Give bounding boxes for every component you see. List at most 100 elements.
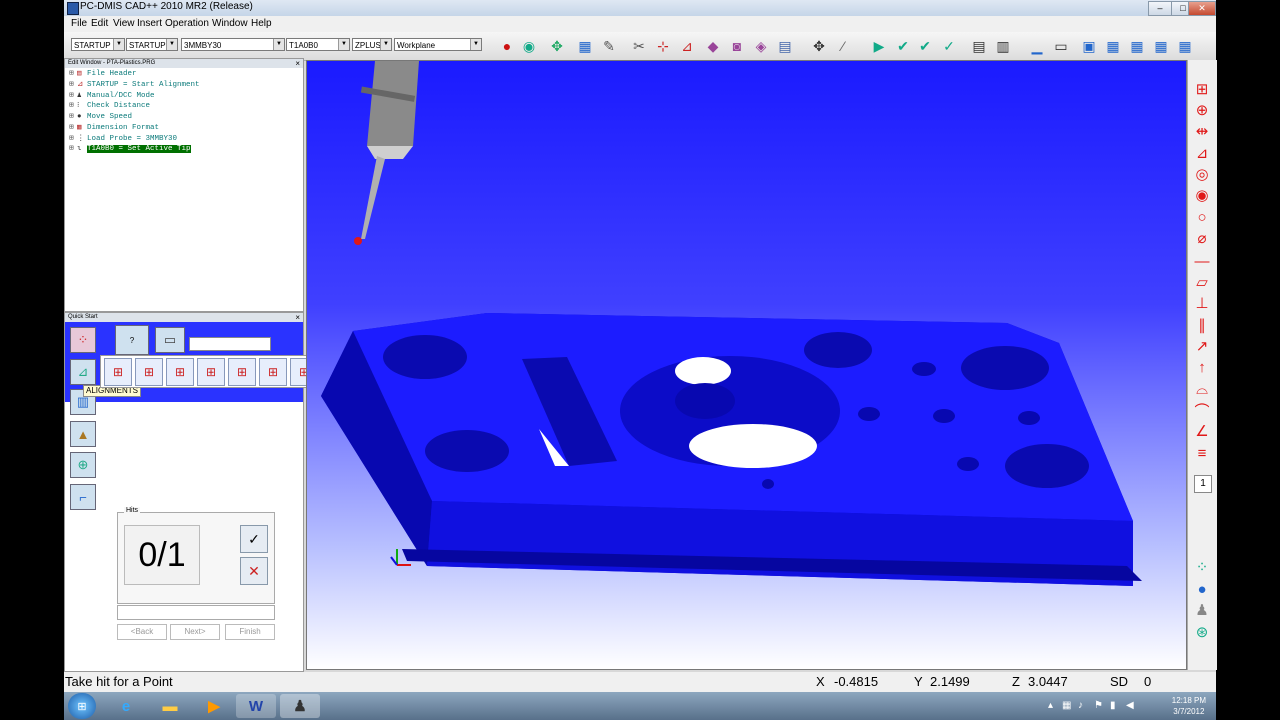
round-icon[interactable]: ○: [1192, 208, 1212, 226]
network-icon[interactable]: ▦: [1062, 700, 1071, 711]
edit-window-close[interactable]: ×: [295, 59, 300, 68]
search-icon[interactable]: ◉: [520, 37, 538, 55]
help-button[interactable]: ?: [115, 325, 149, 355]
profile-surface-icon[interactable]: ⌓: [1192, 380, 1212, 398]
speaker-icon[interactable]: ◀: [1126, 700, 1134, 711]
layout-icon[interactable]: ▣: [1080, 37, 1098, 55]
output-button[interactable]: ⌐: [70, 484, 96, 510]
menu-help[interactable]: Help: [251, 18, 272, 29]
align-3-button[interactable]: ⊞: [166, 358, 194, 386]
grid-icon[interactable]: ⊞: [1192, 80, 1212, 98]
circle-icon[interactable]: ◎: [1192, 165, 1212, 183]
finish-button[interactable]: Finish: [225, 624, 275, 640]
tool-icon[interactable]: ♟: [1192, 601, 1212, 619]
layout-2-icon[interactable]: ▦: [1104, 37, 1122, 55]
record-icon[interactable]: ●: [498, 37, 516, 55]
construct-button[interactable]: ▲: [70, 421, 96, 447]
dimension-button[interactable]: ⊕: [70, 452, 96, 478]
tree-item[interactable]: ⊞ ⊿ STARTUP = Start Alignment: [69, 80, 200, 90]
internet-explorer-button[interactable]: e: [106, 694, 146, 718]
align-4-button[interactable]: ⊞: [197, 358, 225, 386]
tree-item[interactable]: ⊞ ▦ Dimension Format: [69, 123, 159, 133]
ellipsis-icon[interactable]: ⁘: [1192, 558, 1212, 576]
tree-item[interactable]: ⊞ ♟ Manual/DCC Mode: [69, 91, 155, 101]
execute-icon[interactable]: ✓: [940, 37, 958, 55]
axis-icon[interactable]: ✥: [548, 37, 566, 55]
word-button[interactable]: W: [236, 694, 276, 718]
coordinate-icon[interactable]: ⊿: [678, 37, 696, 55]
media-player-button[interactable]: ▶: [194, 694, 234, 718]
volume-icon[interactable]: ♪: [1078, 700, 1083, 711]
tip-combo[interactable]: T1A0B0 ▼: [286, 38, 350, 51]
flatness-icon[interactable]: ▱: [1192, 273, 1212, 291]
sphere-icon[interactable]: ●: [1192, 580, 1212, 598]
plane-combo[interactable]: ZPLUS ▼: [352, 38, 392, 51]
align-5-button[interactable]: ⊞: [228, 358, 256, 386]
menu-view[interactable]: View: [113, 18, 135, 29]
tree-item-selected[interactable]: ⊞ ι T1A0B0 = Set Active Tip: [69, 144, 191, 154]
layout-4-icon[interactable]: ▦: [1152, 37, 1170, 55]
report-2-icon[interactable]: ▥: [994, 37, 1012, 55]
graphics-display[interactable]: [306, 60, 1187, 670]
align-2-button[interactable]: ⊞: [135, 358, 163, 386]
menu-edit[interactable]: Edit: [91, 18, 108, 29]
symmetry-icon[interactable]: ≡: [1192, 444, 1212, 462]
delete-hit-button[interactable]: ✕: [240, 557, 268, 585]
counter-box[interactable]: 1: [1194, 475, 1212, 493]
menu-window[interactable]: Window: [212, 18, 248, 29]
cad-model[interactable]: [307, 61, 1187, 670]
cylindricity-icon[interactable]: ⌀: [1192, 229, 1212, 247]
play-icon[interactable]: ▶: [870, 37, 888, 55]
check-all-icon[interactable]: ✔: [916, 37, 934, 55]
distance-icon[interactable]: ⇹: [1192, 122, 1212, 140]
wifi-icon[interactable]: ▮: [1110, 700, 1116, 711]
tree-item[interactable]: ⊞ ⋮ Load Probe = 3MMBY30: [69, 134, 177, 144]
check-icon[interactable]: ✔: [894, 37, 912, 55]
tree-item[interactable]: ⊞ ● Move Speed: [69, 112, 132, 122]
file-explorer-button[interactable]: ▬: [150, 694, 190, 718]
alignment-tool-icon[interactable]: ⊹: [654, 37, 672, 55]
report-icon[interactable]: ▤: [970, 37, 988, 55]
clock[interactable]: 12:18 PM 3/7/2012: [1172, 695, 1206, 717]
tray-arrow-icon[interactable]: ▴: [1048, 700, 1053, 711]
menu-insert[interactable]: Insert: [137, 18, 162, 29]
alignments-button[interactable]: ⊿: [70, 359, 96, 385]
alignment-combo[interactable]: STARTUP ▼: [71, 38, 125, 51]
start-button[interactable]: ⊞: [68, 693, 96, 719]
alignment-combo-2[interactable]: STARTUP ▼: [126, 38, 178, 51]
pc-dmis-button[interactable]: ♟: [280, 694, 320, 718]
tree-item[interactable]: ⊞ ▤ File Header: [69, 69, 137, 79]
menu-file[interactable]: File: [71, 18, 87, 29]
menu-operation[interactable]: Operation: [165, 18, 209, 29]
feature-name-input[interactable]: [117, 605, 275, 620]
angle-icon[interactable]: ⊿: [1192, 144, 1212, 162]
concentric-icon[interactable]: ◉: [1192, 186, 1212, 204]
arrow-icon[interactable]: ↑: [1192, 358, 1212, 376]
close-button[interactable]: ✕: [1188, 1, 1216, 16]
take-hit-button[interactable]: ✓: [240, 525, 268, 553]
table-icon[interactable]: ▤: [776, 37, 794, 55]
runout-icon[interactable]: ↗: [1192, 337, 1212, 355]
point-icon[interactable]: ⊕: [1192, 101, 1212, 119]
next-button[interactable]: Next>: [170, 624, 220, 640]
workplane-combo[interactable]: Workplane ▼: [394, 38, 482, 51]
perpendicularity-icon[interactable]: ⊥: [1192, 294, 1212, 312]
align-6-button[interactable]: ⊞: [259, 358, 287, 386]
shape-icon[interactable]: ◈: [752, 37, 770, 55]
layout-5-icon[interactable]: ▦: [1176, 37, 1194, 55]
circle-tool-icon[interactable]: ◙: [728, 37, 746, 55]
probe-tool-icon[interactable]: ✎: [600, 37, 618, 55]
back-button[interactable]: <Back: [117, 624, 167, 640]
feature-button[interactable]: ⁘: [70, 327, 96, 353]
move-icon[interactable]: ✥: [810, 37, 828, 55]
parallelism-icon[interactable]: ∥: [1192, 316, 1212, 334]
straightness-icon[interactable]: —: [1192, 252, 1212, 270]
grid-icon[interactable]: ▦: [576, 37, 594, 55]
minimize-button[interactable]: ‒: [1148, 1, 1172, 16]
quick-start-close[interactable]: ×: [295, 313, 300, 322]
angularity-icon[interactable]: ∠: [1192, 422, 1212, 440]
quick-start-input[interactable]: [189, 337, 271, 351]
window-icon[interactable]: ▭: [1052, 37, 1070, 55]
align-3-2-1-button[interactable]: ⊞: [104, 358, 132, 386]
layout-3-icon[interactable]: ▦: [1128, 37, 1146, 55]
